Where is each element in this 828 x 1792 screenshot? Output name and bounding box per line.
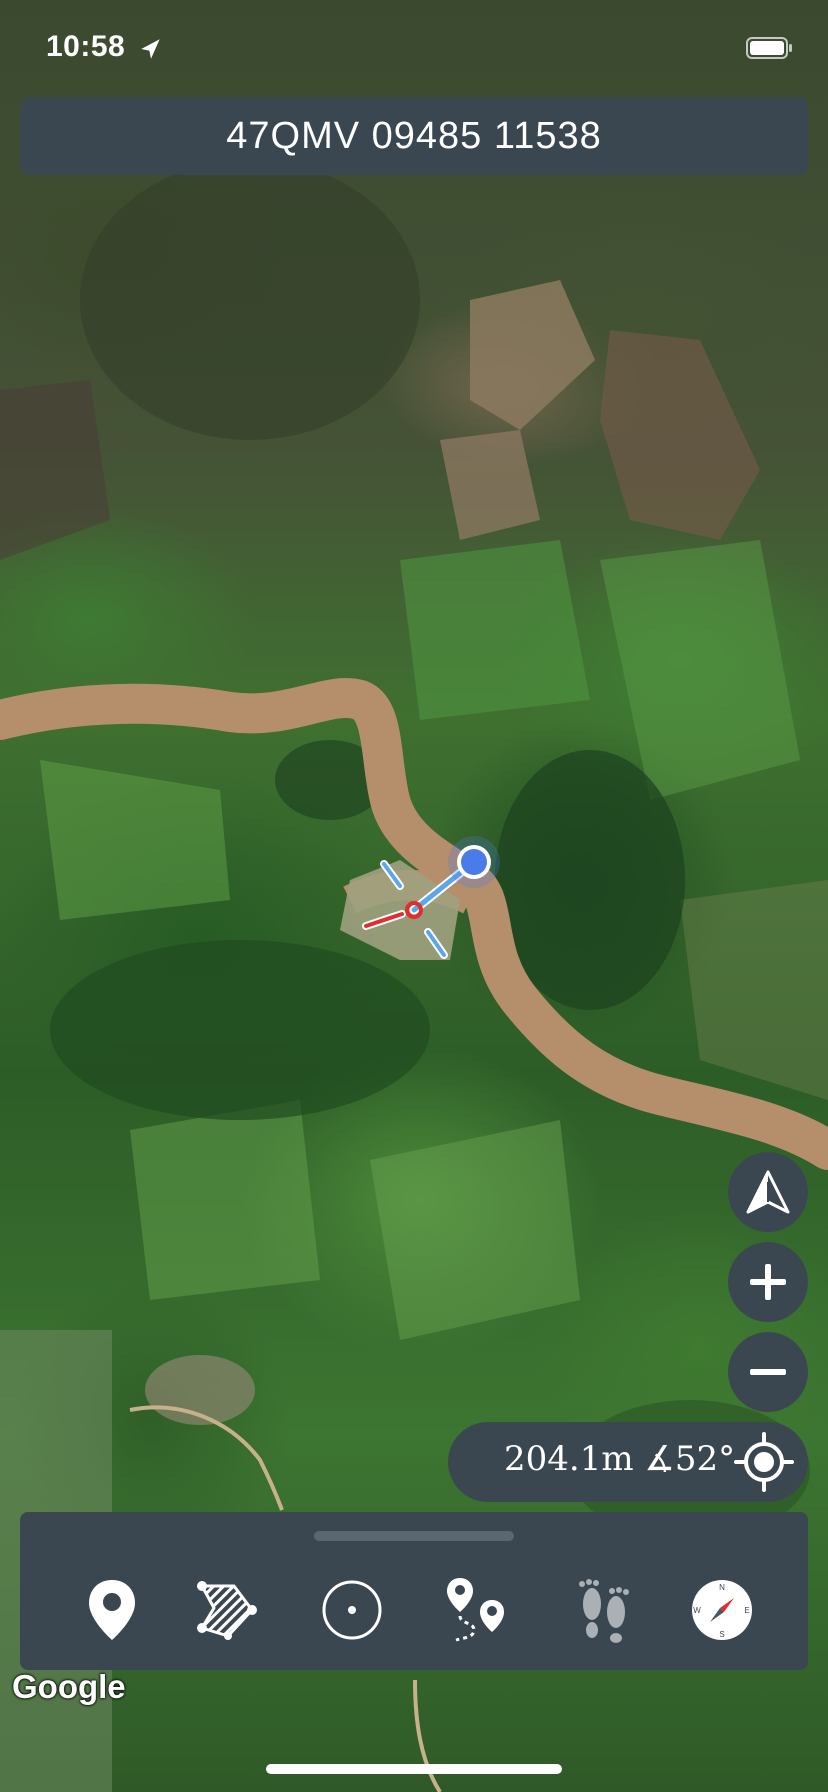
crosshair-icon[interactable]: [732, 1430, 796, 1494]
status-time: 10:58: [46, 30, 126, 63]
track-button[interactable]: [566, 1572, 642, 1648]
polygon-area-button[interactable]: [188, 1572, 264, 1648]
north-up-icon: [746, 1170, 790, 1214]
svg-text:W: W: [693, 1606, 701, 1615]
battery-icon: [746, 37, 792, 59]
route-icon: [447, 1578, 504, 1642]
drag-handle[interactable]: [314, 1531, 514, 1541]
measurement-panel: 204.1m ∡52°: [448, 1422, 808, 1502]
location-arrow-icon: [141, 39, 160, 59]
map-pin-icon: [89, 1580, 135, 1640]
coordinate-display[interactable]: 47QMV 09485 11538: [20, 97, 808, 175]
compass-icon: N S W E: [692, 1580, 752, 1640]
measurement-readout: 204.1m ∡52°: [504, 1439, 736, 1479]
svg-text:E: E: [744, 1606, 749, 1615]
plus-icon: [750, 1264, 786, 1300]
route-button[interactable]: [440, 1572, 516, 1648]
bottom-toolbar: N S W E: [20, 1512, 808, 1670]
zoom-in-button[interactable]: [728, 1242, 808, 1322]
compass-button[interactable]: N S W E: [684, 1572, 760, 1648]
footprints-icon: [579, 1579, 629, 1643]
add-pin-button[interactable]: [74, 1572, 150, 1648]
home-indicator[interactable]: [266, 1764, 562, 1774]
circle-tool-button[interactable]: [314, 1572, 390, 1648]
polygon-area-icon: [197, 1581, 257, 1640]
circle-icon: [322, 1580, 382, 1640]
svg-text:N: N: [719, 1583, 725, 1592]
google-attribution: Google: [12, 1668, 126, 1705]
minus-icon: [750, 1369, 786, 1375]
north-up-button[interactable]: [728, 1152, 808, 1232]
zoom-out-button[interactable]: [728, 1332, 808, 1412]
svg-text:S: S: [719, 1630, 724, 1639]
